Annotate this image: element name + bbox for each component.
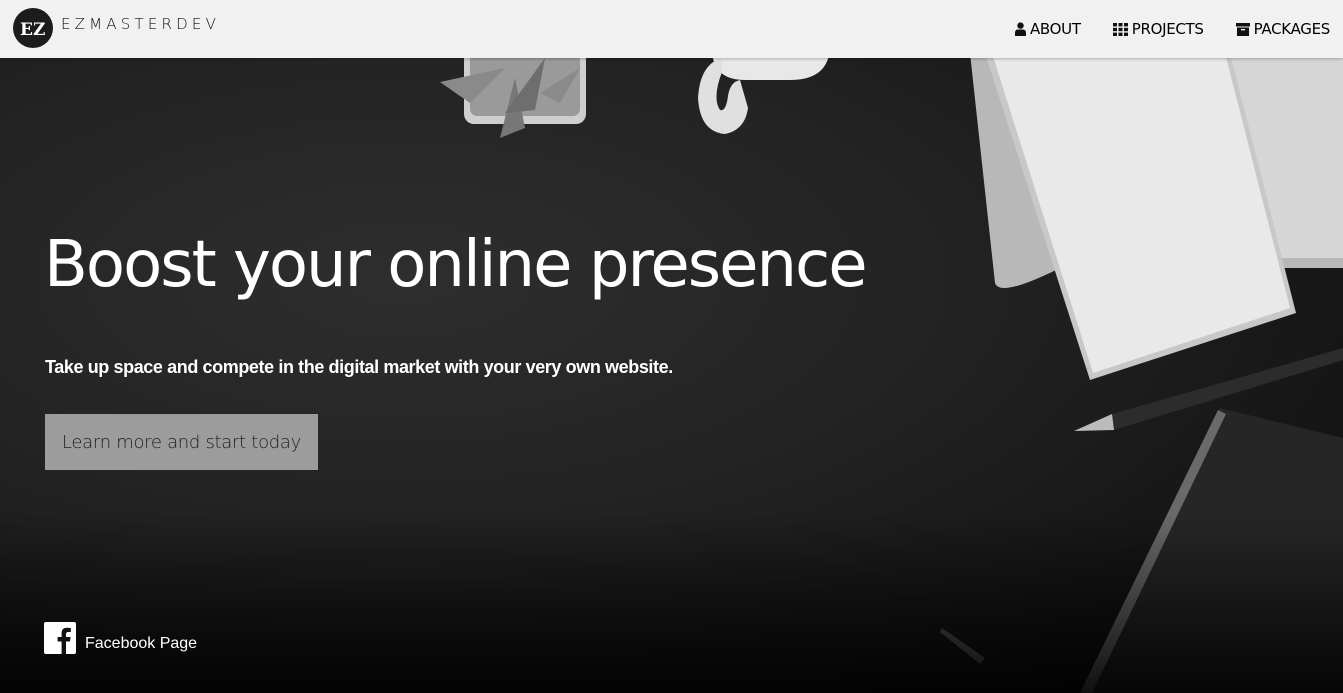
- plant-decoration: [440, 58, 586, 138]
- nav-item-about[interactable]: ABOUT: [1014, 20, 1081, 38]
- nav-item-label: PROJECTS: [1131, 20, 1204, 38]
- facebook-icon: [44, 622, 76, 654]
- brand-link[interactable]: EZ EZMASTERDEV: [13, 8, 220, 48]
- nav-item-label: PACKAGES: [1253, 20, 1331, 38]
- logo-icon: EZ: [13, 8, 53, 48]
- cup-decoration: [698, 58, 829, 134]
- nav-item-label: ABOUT: [1029, 20, 1081, 38]
- hero-subline: Take up space and compete in the digital…: [45, 357, 673, 377]
- grid-icon: [1112, 22, 1128, 36]
- brand-name: EZMASTERDEV: [61, 15, 221, 33]
- top-navbar: EZ EZMASTERDEV ABOUT PROJECTS PACKAGES: [0, 0, 1343, 58]
- facebook-page-link[interactable]: Facebook Page: [44, 622, 197, 654]
- main-nav: ABOUT PROJECTS PACKAGES: [983, 0, 1330, 58]
- facebook-link-label: Facebook Page: [85, 635, 198, 652]
- nav-item-packages[interactable]: PACKAGES: [1235, 20, 1331, 38]
- learn-more-button[interactable]: Learn more and start today: [45, 414, 318, 470]
- pen-decoration: [940, 628, 985, 664]
- user-icon: [1014, 22, 1026, 36]
- hero-section: Boost your online presence Take up space…: [0, 58, 1343, 693]
- book-decoration: [1080, 408, 1343, 693]
- archive-box-icon: [1235, 22, 1250, 36]
- svg-text:EZ: EZ: [20, 20, 45, 39]
- nav-item-projects[interactable]: PROJECTS: [1112, 20, 1204, 38]
- hero-headline: Boost your online presence: [44, 228, 868, 302]
